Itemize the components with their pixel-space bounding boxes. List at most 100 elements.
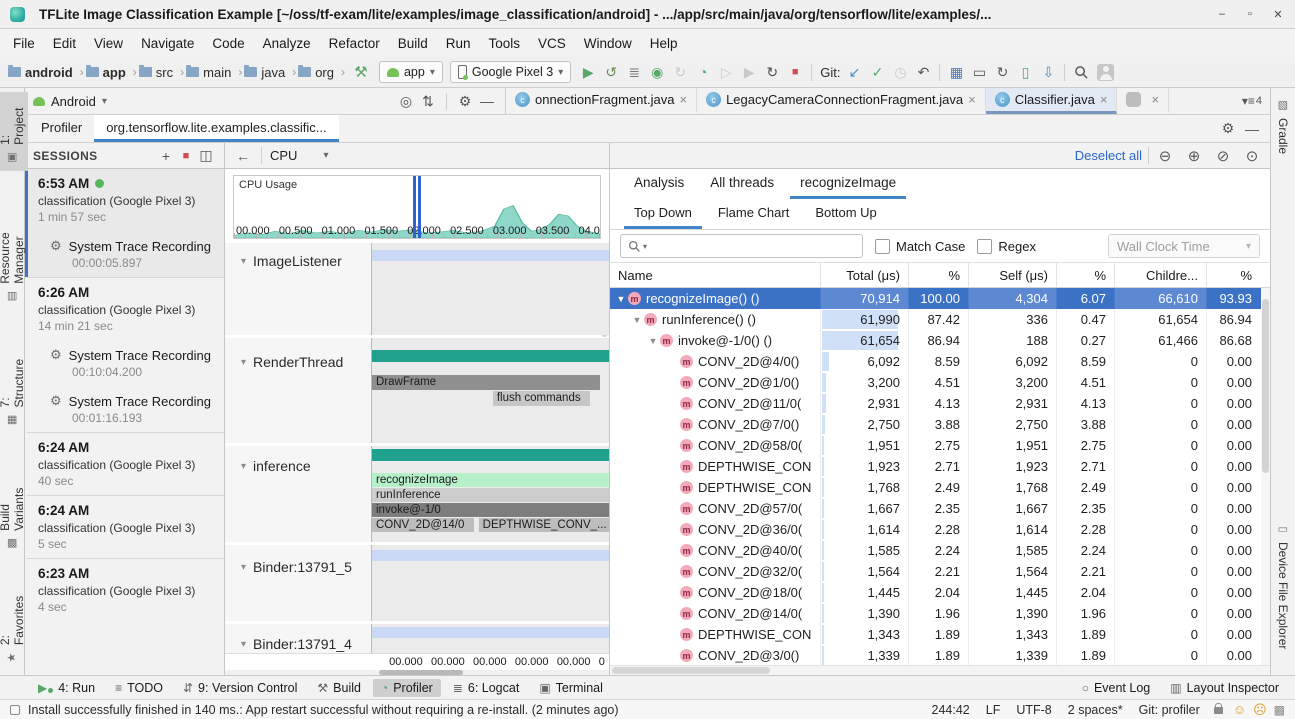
commit-icon[interactable]: ✓ xyxy=(867,62,887,82)
thread-trace-track[interactable]: DrawFrameflush commands xyxy=(372,338,609,443)
editor-tab[interactable]: × xyxy=(1117,88,1169,114)
settings-icon[interactable]: ⚙ xyxy=(455,91,475,111)
device-manager-icon[interactable]: ▭ xyxy=(969,62,989,82)
debug-icon[interactable]: ◉ xyxy=(647,62,667,82)
table-row[interactable]: m CONV_2D@3/0() 1,339 1.89 1,339 1.89 0 … xyxy=(610,645,1261,665)
run-icon[interactable]: ▶ xyxy=(578,62,598,82)
sidebar-item-resource-manager[interactable]: ▤ Resource Manager xyxy=(0,183,28,310)
trace-event-bar[interactable]: recognizeImage xyxy=(372,473,609,487)
stop-icon[interactable]: ■ xyxy=(785,62,805,82)
run-tasks-icon[interactable]: ≣ xyxy=(624,62,644,82)
close-tab-icon[interactable]: × xyxy=(1151,92,1159,107)
apply-code-changes-icon[interactable]: ↻ xyxy=(670,62,690,82)
thread-label[interactable]: ▾ ImageListener xyxy=(225,243,372,335)
settings-icon[interactable]: ⚙ xyxy=(1218,119,1238,139)
menu-item[interactable]: Navigate xyxy=(132,33,203,54)
zoom-to-selection-icon[interactable]: ⊙ xyxy=(1242,146,1262,166)
trace-event-bar[interactable] xyxy=(372,449,609,461)
editor-tab[interactable]: c onnectionFragment.java × xyxy=(506,88,697,114)
close-button[interactable]: ✕ xyxy=(1271,8,1285,21)
sad-feedback-icon[interactable]: ☹ xyxy=(1253,702,1267,718)
indent-style[interactable]: 2 spaces* xyxy=(1068,703,1123,717)
toolwindow-terminal[interactable]: ▣ Terminal xyxy=(531,679,611,697)
project-view-select[interactable]: Android xyxy=(51,94,96,109)
table-row[interactable]: m CONV_2D@58/0( 1,951 2.75 1,951 2.75 0 … xyxy=(610,435,1261,456)
close-tab-icon[interactable]: × xyxy=(679,92,687,107)
deselect-all-link[interactable]: Deselect all xyxy=(1075,148,1142,163)
trace-event-bar[interactable] xyxy=(372,250,609,261)
breadcrumb-item[interactable]: main › xyxy=(186,65,242,80)
toolwindow-build[interactable]: ⚒ Build xyxy=(309,679,369,697)
gradle-sync-icon[interactable]: ↻ xyxy=(992,62,1012,82)
expand-arrow-icon[interactable]: ▼ xyxy=(646,336,660,346)
column-header[interactable]: Self (μs) xyxy=(968,263,1056,287)
column-header[interactable]: % xyxy=(908,263,968,287)
table-row[interactable]: m DEPTHWISE_CON 1,923 2.71 1,923 2.71 0 … xyxy=(610,456,1261,477)
profile-low-overhead-icon[interactable]: ▶ xyxy=(739,62,759,82)
column-header[interactable]: % xyxy=(1056,263,1114,287)
match-case-checkbox[interactable] xyxy=(875,239,890,254)
thread-trace-track[interactable]: recognizeImagerunInferenceinvoke@-1/0CON… xyxy=(372,446,609,542)
table-row[interactable]: m CONV_2D@40/0( 1,585 2.24 1,585 2.24 0 … xyxy=(610,540,1261,561)
trace-event-bar[interactable]: DrawFrame xyxy=(372,375,600,390)
session-item[interactable]: 6:24 AM classification (Google Pixel 3) … xyxy=(25,495,224,558)
table-row[interactable]: m CONV_2D@36/0( 1,614 2.28 1,614 2.28 0 … xyxy=(610,519,1261,540)
analysis-subtab[interactable]: Top Down xyxy=(624,199,702,229)
cpu-select[interactable]: CPU xyxy=(270,148,297,163)
reset-zoom-icon[interactable]: ⊘ xyxy=(1213,146,1233,166)
breadcrumb-item[interactable]: android › xyxy=(8,65,84,80)
sdk-manager-icon[interactable]: ⇩ xyxy=(1038,62,1058,82)
filter-input[interactable] xyxy=(649,239,855,254)
trace-event-bar[interactable] xyxy=(372,550,609,561)
profile-icon[interactable]: ◔ xyxy=(693,62,713,82)
menu-item[interactable]: Tools xyxy=(480,33,530,54)
expand-arrow-icon[interactable]: ▼ xyxy=(614,294,628,304)
trace-event-bar[interactable]: flush commands xyxy=(493,391,590,406)
trace-event-bar[interactable]: runInference xyxy=(372,488,609,502)
session-item[interactable]: 6:23 AM classification (Google Pixel 3) … xyxy=(25,558,224,621)
session-item[interactable]: ⚙ System Trace Recording 00:00:05.897 xyxy=(25,231,224,277)
analysis-subtab[interactable]: Bottom Up xyxy=(805,199,886,229)
editor-tab[interactable]: c Classifier.java × xyxy=(986,88,1118,114)
table-vertical-scrollbar[interactable] xyxy=(1261,288,1270,665)
thread-label[interactable]: ▾ Binder:13791_5 xyxy=(225,545,372,621)
stop-session-icon[interactable]: ■ xyxy=(176,146,196,166)
table-row[interactable]: m DEPTHWISE_CON 1,768 2.49 1,768 2.49 0 … xyxy=(610,477,1261,498)
thread-label[interactable]: ▾ RenderThread xyxy=(225,338,372,443)
sidebar-item-device-file-explorer[interactable]: ▯ Device File Explorer xyxy=(1274,516,1292,656)
maximize-button[interactable]: ▫ xyxy=(1243,8,1257,21)
table-row[interactable]: m CONV_2D@7/0() 2,750 3.88 2,750 3.88 0 … xyxy=(610,414,1261,435)
table-row[interactable]: m CONV_2D@18/0( 1,445 2.04 1,445 2.04 0 … xyxy=(610,582,1261,603)
breadcrumb-item[interactable]: src › xyxy=(139,65,184,80)
table-row[interactable]: m CONV_2D@14/0( 1,390 1.96 1,390 1.96 0 … xyxy=(610,603,1261,624)
regex-checkbox[interactable] xyxy=(977,239,992,254)
status-message[interactable]: Install successfully finished in 140 ms.… xyxy=(28,703,932,717)
layout-inspector[interactable]: ▥ Layout Inspector xyxy=(1162,679,1287,697)
sidebar-item-project[interactable]: ▣ 1: Project xyxy=(0,92,28,171)
trace-event-bar[interactable]: invoke@-1/0 xyxy=(372,503,609,517)
table-row[interactable]: ▼ m invoke@-1/0() () 61,654 86.94 188 0.… xyxy=(610,330,1261,351)
session-item[interactable]: 6:53 AM classification (Google Pixel 3) … xyxy=(25,169,224,231)
selection-range[interactable] xyxy=(413,176,421,238)
run-configuration-select[interactable]: app ▾ xyxy=(379,61,443,83)
toolwindow-logcat[interactable]: ≣ 6: Logcat xyxy=(445,679,528,697)
table-row[interactable]: m CONV_2D@4/0() 6,092 8.59 6,092 8.59 0 … xyxy=(610,351,1261,372)
column-header[interactable]: % xyxy=(1206,263,1260,287)
toolwindow-profiler[interactable]: ◔ Profiler xyxy=(373,679,441,697)
sync-project-icon[interactable]: ▦ xyxy=(946,62,966,82)
session-item[interactable]: ⚙ System Trace Recording 00:01:16.193 xyxy=(25,386,224,432)
avd-manager-icon[interactable]: ▯ xyxy=(1015,62,1035,82)
table-row[interactable]: m CONV_2D@11/0( 2,931 4.13 2,931 4.13 0 … xyxy=(610,393,1261,414)
zoom-in-icon[interactable]: ⊕ xyxy=(1184,146,1204,166)
happy-feedback-icon[interactable]: ☺ xyxy=(1233,702,1246,717)
menu-item[interactable]: Build xyxy=(389,33,437,54)
menu-item[interactable]: Refactor xyxy=(320,33,389,54)
history-icon[interactable]: ◷ xyxy=(890,62,910,82)
trace-event-bar[interactable]: DEPTHWISE_CONV_... xyxy=(479,518,609,532)
apply-changes-icon[interactable]: ↺ xyxy=(601,62,621,82)
zoom-out-icon[interactable]: ⊖ xyxy=(1155,146,1175,166)
session-item[interactable]: 6:24 AM classification (Google Pixel 3) … xyxy=(25,432,224,495)
thread-label[interactable]: ▾ inference xyxy=(225,446,372,542)
event-log[interactable]: ○ Event Log xyxy=(1074,679,1159,697)
breadcrumb-item[interactable]: java › xyxy=(244,65,296,80)
